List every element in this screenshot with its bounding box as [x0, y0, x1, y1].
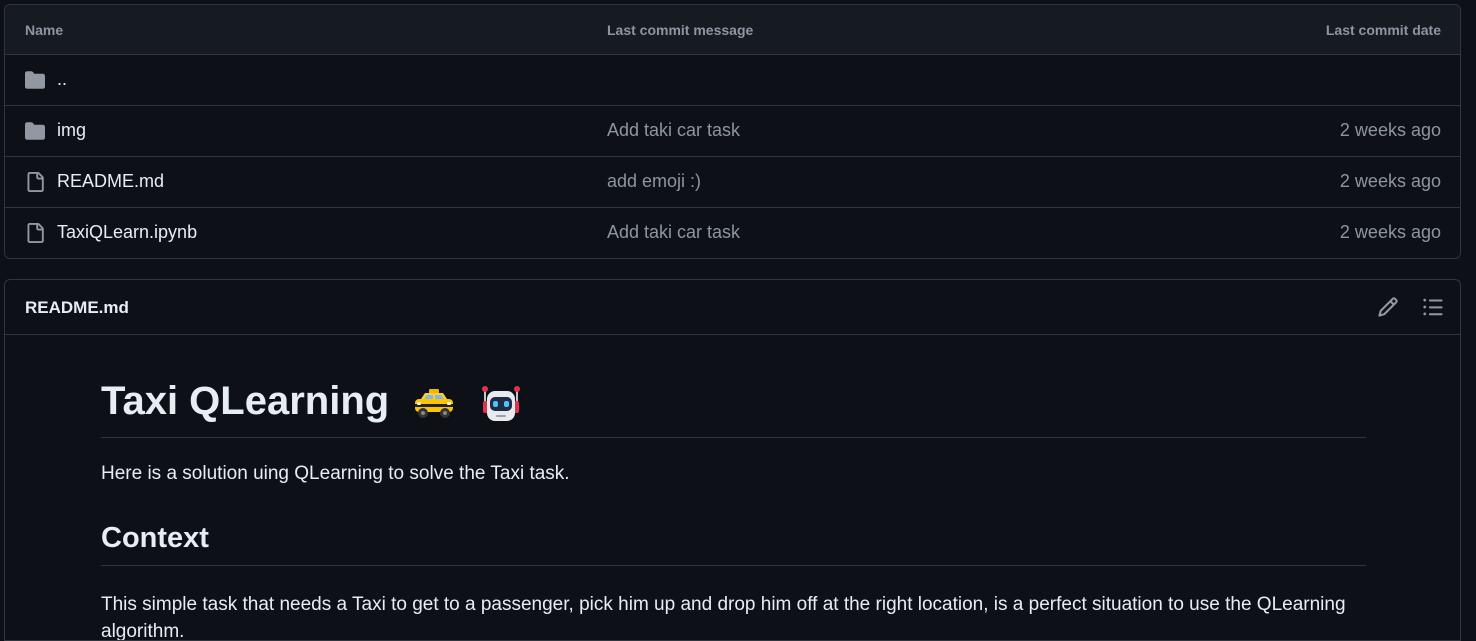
- robot-emoji: [482, 386, 521, 422]
- table-header: Name Last commit message Last commit dat…: [5, 5, 1460, 55]
- list-unordered-icon[interactable]: [1422, 296, 1444, 318]
- intro-paragraph: Here is a solution uing QLearning to sol…: [101, 463, 570, 484]
- folder-icon: [25, 71, 45, 89]
- table-row-parent-dir[interactable]: ..: [5, 55, 1460, 106]
- file-icon: [27, 172, 44, 192]
- commit-message-link[interactable]: add emoji :): [607, 171, 701, 192]
- commit-message-link[interactable]: Add taki car task: [607, 222, 740, 243]
- commit-date: 2 weeks ago: [1339, 120, 1441, 140]
- commit-message-link[interactable]: Add taki car task: [607, 120, 740, 141]
- context-paragraph: This simple task that needs a Taxi to ge…: [101, 594, 1346, 641]
- header-last-commit-message: Last commit message: [607, 22, 754, 38]
- readme-panel: README.md Taxi QLearning Here is a solut…: [4, 279, 1461, 641]
- context-heading: Context: [101, 522, 209, 554]
- heading-text: Taxi QLearning: [101, 379, 390, 423]
- readme-header: README.md: [5, 280, 1460, 335]
- table-row-img[interactable]: img Add taki car task 2 weeks ago: [5, 106, 1460, 157]
- file-table: Name Last commit message Last commit dat…: [4, 4, 1461, 259]
- heading-divider: [101, 437, 1366, 438]
- header-name: Name: [25, 22, 64, 38]
- file-name-link[interactable]: ..: [57, 69, 67, 90]
- table-row-notebook[interactable]: TaxiQLearn.ipynb Add taki car task 2 wee…: [5, 208, 1460, 258]
- readme-heading: Taxi QLearning: [101, 379, 523, 425]
- header-last-commit-date: Last commit date: [1325, 22, 1441, 38]
- context-divider: [101, 565, 1366, 566]
- commit-date: 2 weeks ago: [1339, 222, 1441, 242]
- file-name-link[interactable]: img: [57, 120, 86, 141]
- taxi-emoji: [415, 389, 454, 419]
- file-name-link[interactable]: README.md: [57, 171, 164, 192]
- folder-icon: [25, 122, 45, 140]
- file-icon: [27, 223, 44, 243]
- table-row-readme[interactable]: README.md add emoji :) 2 weeks ago: [5, 157, 1460, 208]
- pencil-icon[interactable]: [1377, 296, 1399, 318]
- readme-filename[interactable]: README.md: [25, 298, 129, 318]
- commit-date: 2 weeks ago: [1339, 171, 1441, 191]
- file-name-link[interactable]: TaxiQLearn.ipynb: [57, 222, 197, 243]
